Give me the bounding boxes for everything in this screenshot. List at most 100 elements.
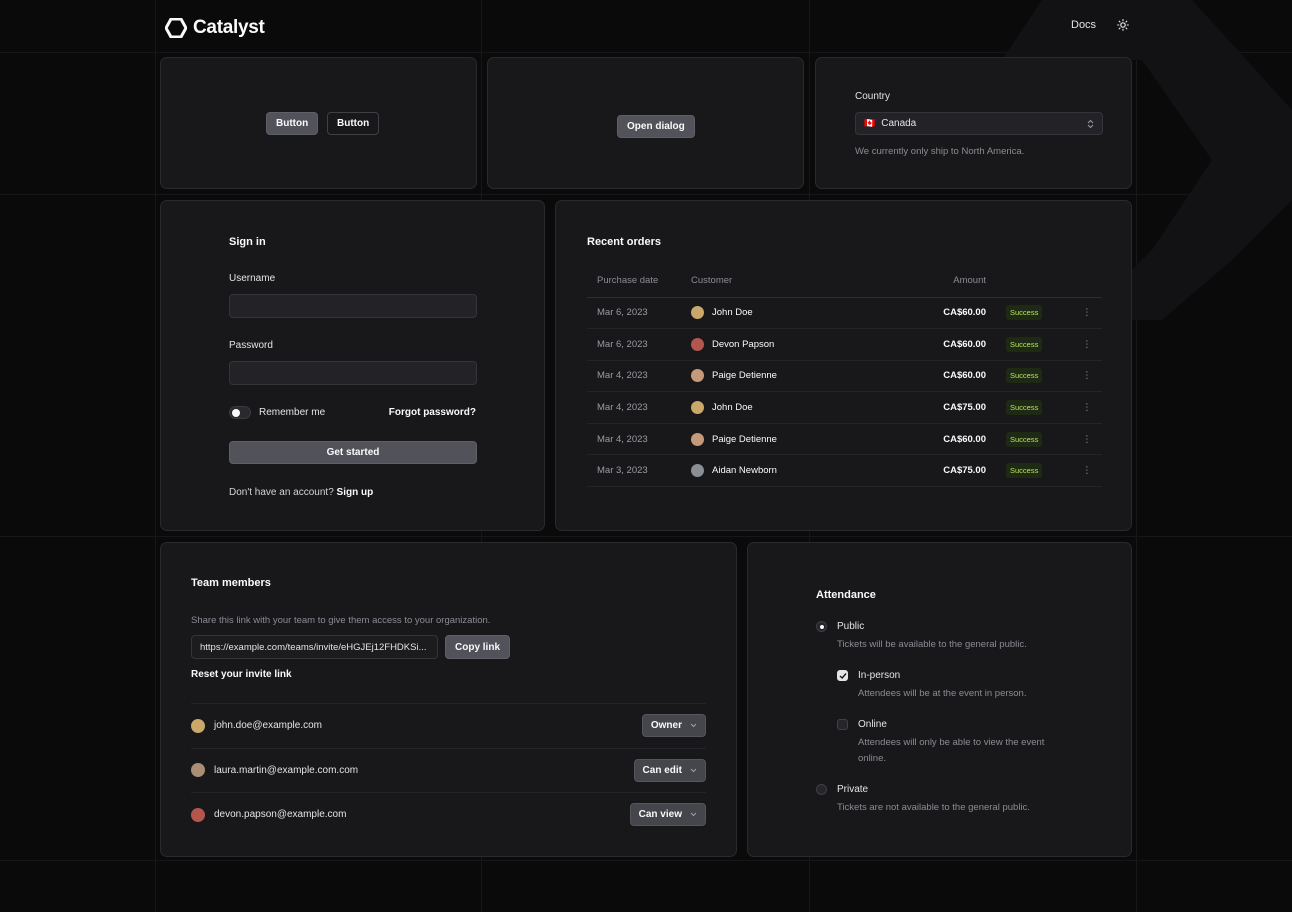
- orders-table: Purchase date Customer Amount Mar 6, 202…: [587, 265, 1102, 488]
- ellipsis-vertical-icon: ⋮: [1082, 307, 1092, 319]
- recent-orders-card: Recent orders Purchase date Customer Amo…: [555, 200, 1132, 531]
- member-role-value: Owner: [650, 720, 682, 731]
- member-role-select[interactable]: Can edit: [633, 758, 706, 782]
- order-row[interactable]: Mar 6, 2023 John Doe CA$60.00 Success ⋮: [587, 297, 1102, 330]
- order-date: Mar 4, 2023: [587, 423, 691, 456]
- team-member-row: devon.papson@example.com Can view: [191, 792, 706, 836]
- customer-name: Paige Detienne: [712, 433, 777, 445]
- order-customer-cell: John Doe: [691, 297, 856, 330]
- open-dialog-button[interactable]: Open dialog: [617, 115, 695, 138]
- attendance-title: Attendance: [816, 589, 876, 601]
- order-status-cell: Success: [1006, 391, 1072, 424]
- private-label: Private: [837, 784, 869, 795]
- get-started-button[interactable]: Get started: [229, 441, 477, 464]
- in-person-checkbox[interactable]: [837, 670, 848, 681]
- status-badge: Success: [1006, 463, 1043, 479]
- ellipsis-vertical-icon: ⋮: [1082, 465, 1092, 477]
- online-checkbox[interactable]: [837, 719, 848, 730]
- country-select-value: Canada: [881, 118, 917, 129]
- order-amount: CA$60.00: [856, 360, 1006, 393]
- status-badge: Success: [1006, 431, 1043, 447]
- customer-name: Devon Papson: [712, 338, 775, 350]
- in-person-label: In-person: [858, 670, 901, 681]
- order-status-cell: Success: [1006, 360, 1072, 393]
- order-customer-cell: Paige Detienne: [691, 360, 856, 393]
- order-customer: John Doe: [691, 306, 856, 320]
- remember-me-toggle[interactable]: [229, 406, 251, 419]
- ellipsis-vertical-icon: ⋮: [1082, 433, 1092, 445]
- col-customer: Customer: [691, 265, 856, 298]
- member-email: devon.papson@example.com: [214, 809, 347, 820]
- status-badge: Success: [1006, 336, 1043, 352]
- col-purchase-date: Purchase date: [587, 265, 691, 298]
- status-badge: Success: [1006, 305, 1043, 321]
- order-amount: CA$60.00: [856, 328, 1006, 361]
- order-date: Mar 4, 2023: [587, 391, 691, 424]
- outline-button[interactable]: Button: [327, 112, 380, 135]
- private-radio[interactable]: [816, 784, 827, 795]
- order-customer: John Doe: [691, 401, 856, 415]
- order-row[interactable]: Mar 4, 2023 Paige Detienne CA$60.00 Success…: [587, 360, 1102, 393]
- order-status-cell: Success: [1006, 454, 1072, 488]
- password-input[interactable]: [229, 361, 477, 385]
- member-role-select[interactable]: Owner: [641, 714, 706, 737]
- signup-prompt-text: Don't have an account?: [229, 487, 334, 498]
- buttons-card: Button Button: [160, 57, 477, 189]
- order-date: Mar 3, 2023: [587, 454, 691, 488]
- avatar: [691, 401, 704, 415]
- copy-link-button[interactable]: Copy link: [445, 635, 511, 659]
- avatar: [691, 464, 704, 478]
- order-row[interactable]: Mar 4, 2023 John Doe CA$75.00 Success ⋮: [587, 391, 1102, 424]
- col-actions: [1072, 265, 1102, 298]
- docs-link[interactable]: Docs: [1071, 19, 1096, 31]
- order-customer-cell: John Doe: [691, 391, 856, 424]
- customer-name: John Doe: [712, 402, 753, 414]
- order-date: Mar 6, 2023: [587, 297, 691, 330]
- chevron-down-icon: [690, 768, 697, 772]
- avatar: [191, 763, 205, 777]
- canada-flag-icon: 🇨🇦: [864, 118, 876, 128]
- col-amount: Amount: [856, 265, 1006, 298]
- public-radio[interactable]: [816, 621, 827, 632]
- order-row[interactable]: Mar 6, 2023 Devon Papson CA$60.00 Success ⋮: [587, 328, 1102, 361]
- customer-name: John Doe: [712, 307, 753, 319]
- online-description-line2: online.: [858, 753, 886, 764]
- avatar: [691, 432, 704, 446]
- order-status-cell: Success: [1006, 297, 1072, 330]
- row-actions-menu[interactable]: ⋮: [1072, 297, 1102, 330]
- country-card: Country 🇨🇦 Canada We currently only ship…: [815, 57, 1132, 189]
- team-member-row: laura.martin@example.com.com Can edit: [191, 747, 706, 792]
- order-row[interactable]: Mar 4, 2023 Paige Detienne CA$60.00 Success…: [587, 423, 1102, 456]
- forgot-password-link[interactable]: Forgot password?: [389, 407, 476, 418]
- row-actions-menu[interactable]: ⋮: [1072, 391, 1102, 424]
- row-actions-menu[interactable]: ⋮: [1072, 360, 1102, 393]
- ellipsis-vertical-icon: ⋮: [1082, 338, 1092, 350]
- row-actions-menu[interactable]: ⋮: [1072, 328, 1102, 361]
- theme-toggle-button[interactable]: [1116, 18, 1130, 32]
- chevron-up-down-icon: [1087, 119, 1094, 128]
- solid-button[interactable]: Button: [266, 112, 319, 135]
- order-customer-cell: Paige Detienne: [691, 423, 856, 456]
- ellipsis-vertical-icon: ⋮: [1082, 370, 1092, 382]
- member-role-select[interactable]: Can view: [629, 803, 706, 826]
- reset-invite-link[interactable]: Reset your invite link: [191, 669, 292, 680]
- username-input[interactable]: [229, 294, 477, 318]
- order-row[interactable]: Mar 3, 2023 Aidan Newborn CA$75.00 Success ⋮: [587, 454, 1102, 488]
- signin-card: Sign in Username Password Remember me Fo…: [160, 200, 545, 531]
- status-badge: Success: [1006, 368, 1043, 384]
- password-label: Password: [229, 340, 273, 351]
- public-description: Tickets will be available to the general…: [837, 639, 1027, 650]
- row-actions-menu[interactable]: ⋮: [1072, 423, 1102, 456]
- col-status: [1006, 265, 1072, 298]
- signup-link[interactable]: Sign up: [337, 487, 374, 498]
- catalyst-logo-icon: [165, 18, 187, 38]
- remember-me-label: Remember me: [259, 407, 326, 418]
- member-email: john.doe@example.com: [214, 720, 322, 731]
- logo[interactable]: Catalyst: [165, 17, 265, 39]
- country-select[interactable]: 🇨🇦 Canada: [855, 112, 1103, 135]
- row-actions-menu[interactable]: ⋮: [1072, 454, 1102, 488]
- order-customer: Devon Papson: [691, 337, 856, 351]
- invite-link-input[interactable]: https://example.com/teams/invite/eHGJEj1…: [191, 635, 438, 659]
- order-customer-cell: Devon Papson: [691, 328, 856, 361]
- signup-prompt: Don't have an account? Sign up: [229, 487, 373, 498]
